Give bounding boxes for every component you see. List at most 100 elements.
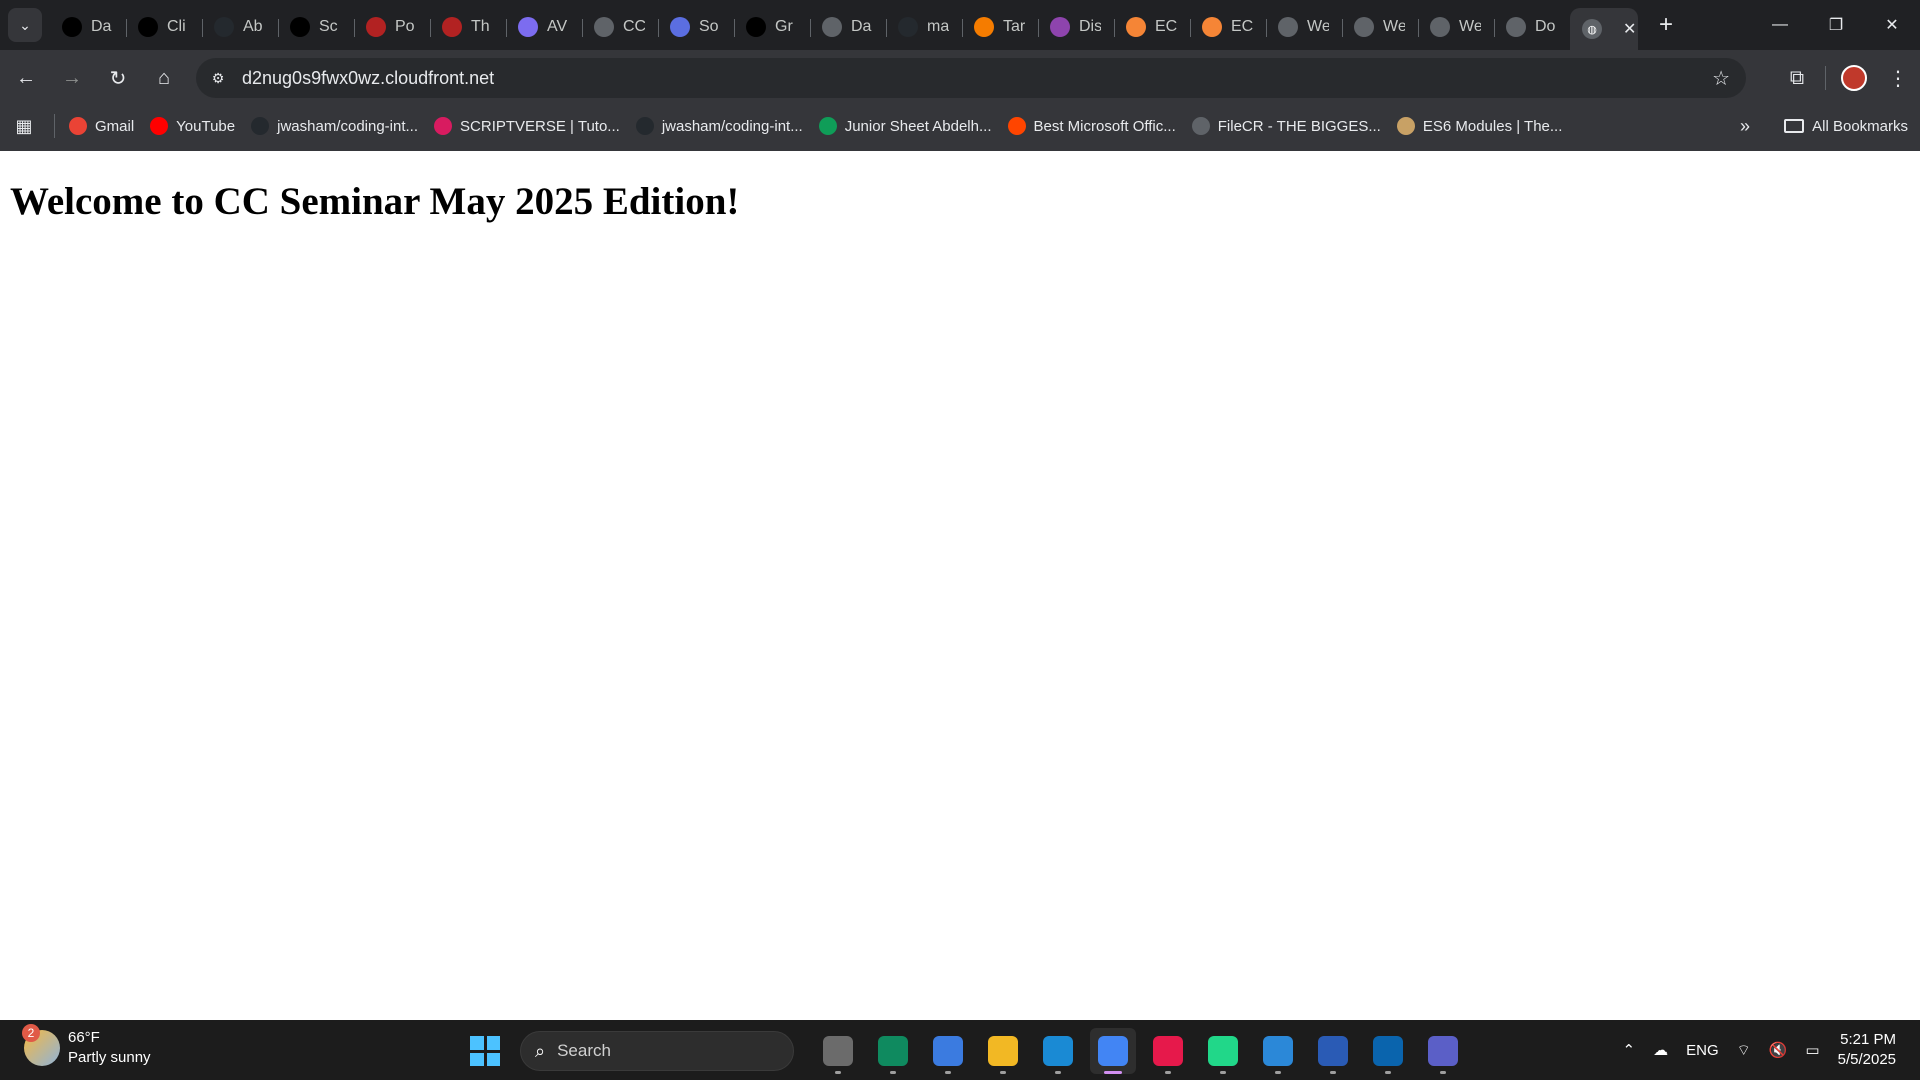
tab[interactable]: Do xyxy=(1494,9,1570,45)
tab[interactable]: Da xyxy=(810,9,886,45)
site-info-icon[interactable]: ⚙ xyxy=(204,64,232,92)
tab-strip: ⌄ Da Cli Ab Sc Po Th AV CC So Gr Da ma Tar Dis EC EC We W… xyxy=(0,0,1920,50)
tab[interactable]: Th xyxy=(430,9,506,45)
tab-title: AV xyxy=(547,18,568,35)
bookmark-label: Junior Sheet Abdelh... xyxy=(844,117,992,135)
clion-app[interactable] xyxy=(1200,1028,1246,1074)
bookmark-item[interactable]: FileCR - THE BIGGES... xyxy=(1184,110,1389,142)
powershell-icon xyxy=(1318,1036,1348,1066)
tab-title: Th xyxy=(471,18,490,35)
openai-icon xyxy=(290,17,310,37)
tab-active[interactable]: ◍ ✕ xyxy=(1570,8,1638,50)
globe-icon xyxy=(1278,17,1298,37)
store-app[interactable] xyxy=(925,1028,971,1074)
search-icon: ⌕ xyxy=(535,1040,546,1061)
bookmark-star-icon[interactable]: ☆ xyxy=(1712,66,1730,91)
tab[interactable]: We xyxy=(1266,9,1342,45)
chevron-up-icon[interactable]: ⌃ xyxy=(1623,1041,1636,1059)
tab[interactable]: Dis xyxy=(1038,9,1114,45)
apps-grid-icon[interactable]: ▦ xyxy=(0,110,48,142)
tab[interactable]: Sc xyxy=(278,9,354,45)
tab-title: Sc xyxy=(319,18,338,35)
tab[interactable]: ma xyxy=(886,9,962,45)
minimize-icon[interactable]: — xyxy=(1752,0,1808,50)
address-bar[interactable]: ⚙ d2nug0s9fwx0wz.cloudfront.net ☆ xyxy=(196,58,1746,98)
tab[interactable]: We xyxy=(1418,9,1494,45)
language-indicator[interactable]: ENG xyxy=(1686,1042,1719,1059)
tab[interactable]: Gr xyxy=(734,9,810,45)
bookmark-item[interactable]: jwasham/coding-int... xyxy=(628,110,811,142)
weather-widget[interactable]: 2 66°F Partly sunny xyxy=(22,1024,151,1068)
notepad-icon xyxy=(1263,1036,1293,1066)
reload-button[interactable]: ↻ xyxy=(98,58,138,98)
tab-title: Dis xyxy=(1079,18,1101,35)
tab[interactable]: We xyxy=(1342,9,1418,45)
close-window-icon[interactable]: ✕ xyxy=(1864,0,1920,50)
tab[interactable]: Tar xyxy=(962,9,1038,45)
battery-icon[interactable]: ▭ xyxy=(1805,1041,1819,1059)
tab[interactable]: CC xyxy=(582,9,658,45)
running-indicator xyxy=(1165,1071,1171,1074)
tab[interactable]: Ab xyxy=(202,9,278,45)
restore-icon[interactable]: ❐ xyxy=(1808,0,1864,50)
tar-icon xyxy=(974,17,994,37)
intellij-app[interactable] xyxy=(1145,1028,1191,1074)
bookmark-item[interactable]: jwasham/coding-int... xyxy=(243,110,426,142)
globe-icon xyxy=(1430,17,1450,37)
bookmark-item[interactable]: YouTube xyxy=(142,110,243,142)
bookmark-item[interactable]: Gmail xyxy=(61,110,142,142)
tab[interactable]: Cli xyxy=(126,9,202,45)
menu-icon[interactable]: ⋮ xyxy=(1876,56,1920,100)
globe-icon xyxy=(1506,17,1526,37)
edge-app[interactable] xyxy=(870,1028,916,1074)
tab[interactable]: So xyxy=(658,9,734,45)
home-button[interactable]: ⌂ xyxy=(144,58,184,98)
new-tab-button[interactable]: + xyxy=(1654,11,1678,39)
scriptverse-icon xyxy=(434,117,453,135)
outlook-app[interactable] xyxy=(1365,1028,1411,1074)
all-bookmarks-button[interactable]: All Bookmarks xyxy=(1784,118,1908,135)
vscode-app[interactable] xyxy=(1035,1028,1081,1074)
onedrive-icon[interactable]: ☁ xyxy=(1653,1041,1668,1059)
bookmark-item[interactable]: ES6 Modules | The... xyxy=(1389,110,1571,142)
tab[interactable]: Da xyxy=(50,9,126,45)
bookmarks-bar: ▦ Gmail YouTube jwasham/coding-int... SCRIP… xyxy=(0,106,1920,146)
forward-button[interactable]: → xyxy=(52,58,92,98)
tab[interactable]: EC xyxy=(1190,9,1266,45)
running-indicator xyxy=(1385,1071,1391,1074)
tab-title: Do xyxy=(1535,18,1556,35)
tab[interactable]: AV xyxy=(506,9,582,45)
running-indicator xyxy=(1220,1071,1226,1074)
tab-title: ma xyxy=(927,18,949,35)
back-button[interactable]: ← xyxy=(6,58,46,98)
bookmark-item[interactable]: SCRIPTVERSE | Tuto... xyxy=(426,110,628,142)
toolbar: ← → ↻ ⌂ ⚙ d2nug0s9fwx0wz.cloudfront.net … xyxy=(0,50,1920,106)
bookmark-label: FileCR - THE BIGGES... xyxy=(1217,117,1381,135)
powershell-app[interactable] xyxy=(1310,1028,1356,1074)
more-bookmarks-icon[interactable]: » xyxy=(1740,116,1750,137)
notepad-app[interactable] xyxy=(1255,1028,1301,1074)
close-icon[interactable]: ✕ xyxy=(1623,19,1636,39)
edge-icon xyxy=(878,1036,908,1066)
tab[interactable]: EC xyxy=(1114,9,1190,45)
file-explorer-app[interactable] xyxy=(980,1028,1026,1074)
clock[interactable]: 5:21 PM 5/5/2025 xyxy=(1838,1030,1896,1070)
speaker-muted-icon[interactable]: 🔇 xyxy=(1769,1041,1788,1059)
teams-app[interactable] xyxy=(1420,1028,1466,1074)
start-button[interactable] xyxy=(470,1036,500,1066)
extensions-icon[interactable]: ⧉ xyxy=(1775,56,1819,100)
taskbar-search[interactable]: ⌕ Search xyxy=(520,1031,794,1071)
bookmark-item[interactable]: Best Microsoft Offic... xyxy=(1000,110,1184,142)
tab-search-button[interactable]: ⌄ xyxy=(8,8,42,42)
bookmark-item[interactable]: Junior Sheet Abdelh... xyxy=(811,110,1000,142)
task-view-app[interactable] xyxy=(815,1028,861,1074)
partly-sunny-icon: 2 xyxy=(22,1024,60,1066)
wifi-icon[interactable]: ⌔ xyxy=(1737,1041,1751,1060)
bookmark-label: jwasham/coding-int... xyxy=(277,117,419,135)
url-text[interactable]: d2nug0s9fwx0wz.cloudfront.net xyxy=(242,68,494,89)
all-bookmarks-label: All Bookmarks xyxy=(1812,117,1908,135)
chrome-app[interactable] xyxy=(1090,1028,1136,1074)
profile-avatar[interactable] xyxy=(1841,65,1867,91)
running-indicator xyxy=(1275,1071,1281,1074)
tab[interactable]: Po xyxy=(354,9,430,45)
